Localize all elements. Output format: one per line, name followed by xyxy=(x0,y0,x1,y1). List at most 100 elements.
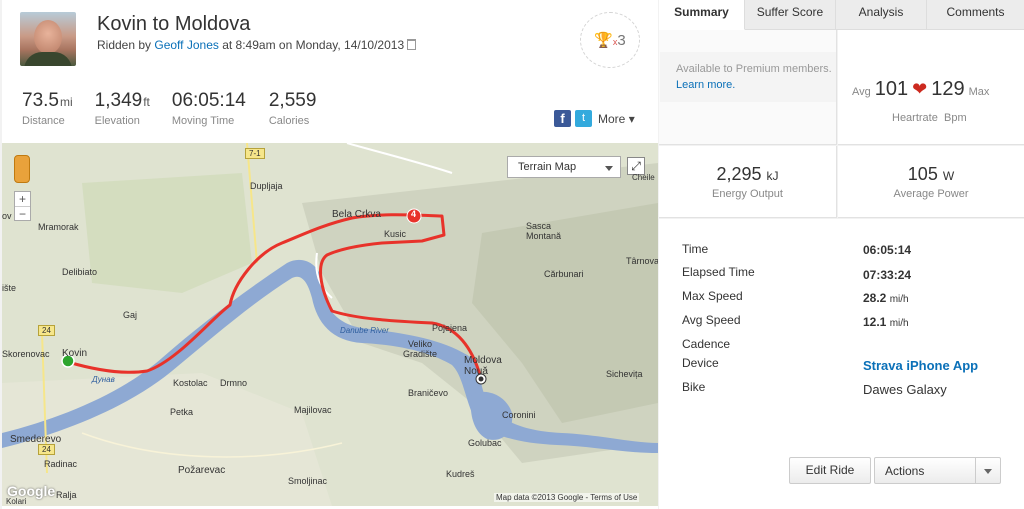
trophy-icon: 🏆 xyxy=(594,32,613,49)
share-bar: f t More ▾ xyxy=(554,110,635,127)
stat-moving-time: 06:05:14 Moving Time xyxy=(172,90,247,127)
zoom-in-button[interactable]: + xyxy=(15,192,30,206)
stat-label: Elevation xyxy=(94,115,140,127)
share-more-button[interactable]: More ▾ xyxy=(598,112,635,126)
detail-max-speed: 28.2 mi/h xyxy=(863,291,909,305)
stat-unit: ft xyxy=(143,95,150,109)
map-type-select[interactable]: Terrain Map xyxy=(507,156,621,178)
tab-summary[interactable]: Summary xyxy=(659,0,745,30)
athlete-link[interactable]: Geoff Jones xyxy=(154,38,219,52)
actions-dropdown[interactable]: Actions xyxy=(874,457,1001,484)
road-shield: 24 xyxy=(38,325,55,336)
chevron-down-icon xyxy=(605,166,613,171)
road-shield: 7-1 xyxy=(245,148,265,159)
tab-comments[interactable]: Comments xyxy=(927,0,1024,30)
activity-title: Kovin to Moldova xyxy=(97,13,251,35)
map-place-label: Mramorak xyxy=(38,222,79,232)
stat-elevation: 1,349ft Elevation xyxy=(95,90,150,127)
map-place-label: Moldova Nouă xyxy=(464,355,502,377)
zoom-control: + − xyxy=(14,191,31,221)
stat-label: Moving Time xyxy=(171,115,235,127)
tab-suffer-score[interactable]: Suffer Score xyxy=(745,0,836,30)
map-place-label: Radinac xyxy=(44,459,78,469)
map-place-label: Golubac xyxy=(468,438,502,448)
tab-analysis[interactable]: Analysis xyxy=(836,0,927,30)
detail-label: Time xyxy=(682,242,709,256)
avg-speed-value: 12.1 xyxy=(863,315,887,329)
map-place-label: Kovin xyxy=(62,348,88,359)
detail-label: Avg Speed xyxy=(682,313,741,327)
dropdown-divider xyxy=(975,458,976,483)
twitter-icon[interactable]: t xyxy=(575,110,592,127)
activity-page: Kovin to Moldova Ridden by Geoff Jones a… xyxy=(0,0,1024,509)
tab-bar: Summary Suffer Score Analysis Comments xyxy=(659,0,1024,30)
edit-ride-button[interactable]: Edit Ride xyxy=(789,457,871,484)
map-credit[interactable]: Map data ©2013 Google - Terms of Use xyxy=(494,493,640,502)
hr-unit: Bpm xyxy=(943,112,967,124)
map-place-label: Kusic xyxy=(384,229,407,239)
facebook-icon[interactable]: f xyxy=(554,110,571,127)
finish-flag-icon xyxy=(478,376,484,382)
more-label: More xyxy=(598,111,626,126)
max-speed-value: 28.2 xyxy=(863,291,887,305)
stat-distance: 73.5mi Distance xyxy=(22,90,73,127)
energy-output-panel: 2,295 kJ Energy Output xyxy=(659,146,837,218)
map-place-label: Cheile xyxy=(632,173,655,182)
map-place-label: Gaj xyxy=(123,310,138,320)
actions-label: Actions xyxy=(885,464,925,478)
learn-more-link[interactable]: Learn more. xyxy=(676,79,735,91)
stat-label: Calories xyxy=(268,115,310,127)
detail-bike: Dawes Galaxy xyxy=(863,382,947,397)
map-place-label: Sasca Montană xyxy=(526,221,562,241)
stat-value: 06:05:14 xyxy=(171,90,246,111)
hr-caption: Heartrate Bpm xyxy=(892,112,967,124)
hr-max-label: Max xyxy=(968,86,990,98)
map-place-label: ov xyxy=(2,211,12,221)
map-place-label: Sichevița xyxy=(606,369,643,379)
map-type-label: Terrain Map xyxy=(518,161,577,173)
avatar-shirt xyxy=(24,52,72,66)
map-place-label: Kostolac xyxy=(173,378,208,388)
power-value-row: 105 W xyxy=(838,164,1024,185)
stat-calories: 2,559 Calories xyxy=(269,90,318,127)
route-map[interactable]: 4 + − Terrain Map ⤢ 7-1 24 24 ov Dupljaj… xyxy=(2,143,658,506)
ride-details: Time 06:05:14 Elapsed Time 07:33:24 Max … xyxy=(659,219,1024,509)
zoom-out-button[interactable]: − xyxy=(15,206,30,221)
power-value: 105 xyxy=(907,164,938,184)
lap-marker-label: 4 xyxy=(411,209,417,219)
map-place-label: Ralja xyxy=(56,490,77,500)
heartrate-panel: Avg 101 ❤ 129 Max Heartrate Bpm xyxy=(838,30,1024,145)
detail-label: Device xyxy=(682,356,719,370)
premium-text: Available to Premium members. xyxy=(676,63,832,75)
map-place-label: Dupljaja xyxy=(250,181,283,191)
detail-avg-speed: 12.1 mi/h xyxy=(863,315,909,329)
map-place-label: Majilovac xyxy=(294,405,332,415)
map-river-label: Дунав xyxy=(92,375,115,384)
detail-label: Max Speed xyxy=(682,289,743,303)
avatar[interactable] xyxy=(20,12,76,66)
street-view-pegman-icon[interactable] xyxy=(14,155,30,183)
hr-avg-value: 101 xyxy=(874,78,909,100)
map-place-label: Braničevo xyxy=(408,388,449,398)
chevron-down-icon: ▾ xyxy=(628,111,635,126)
ridden-by-text: Ridden by xyxy=(97,38,155,52)
heartrate-row: Avg 101 ❤ 129 Max xyxy=(852,78,989,101)
road-shield: 24 xyxy=(38,444,55,455)
map-river-label: Danube River xyxy=(340,326,389,335)
map-place-label: Kudreš xyxy=(446,469,475,479)
achievements-badge[interactable]: 🏆x3 xyxy=(580,12,640,68)
map-place-label: Târnova xyxy=(626,256,658,266)
stat-value: 1,349 xyxy=(94,90,143,111)
detail-label: Elapsed Time xyxy=(682,265,755,279)
map-place-label: ište xyxy=(2,283,17,293)
trophy-count: 3 xyxy=(617,32,626,49)
heart-icon: ❤ xyxy=(912,79,928,99)
device-link[interactable]: Strava iPhone App xyxy=(863,358,978,373)
calendar-icon[interactable] xyxy=(407,39,417,50)
map-place-label: Bela Crkva xyxy=(332,209,381,220)
max-speed-unit: mi/h xyxy=(889,294,909,305)
stats-row: 73.5mi Distance 1,349ft Elevation 06:05:… xyxy=(22,90,339,127)
energy-value: 2,295 xyxy=(716,164,762,184)
energy-label: Energy Output xyxy=(712,188,783,200)
chevron-down-icon xyxy=(984,469,992,474)
